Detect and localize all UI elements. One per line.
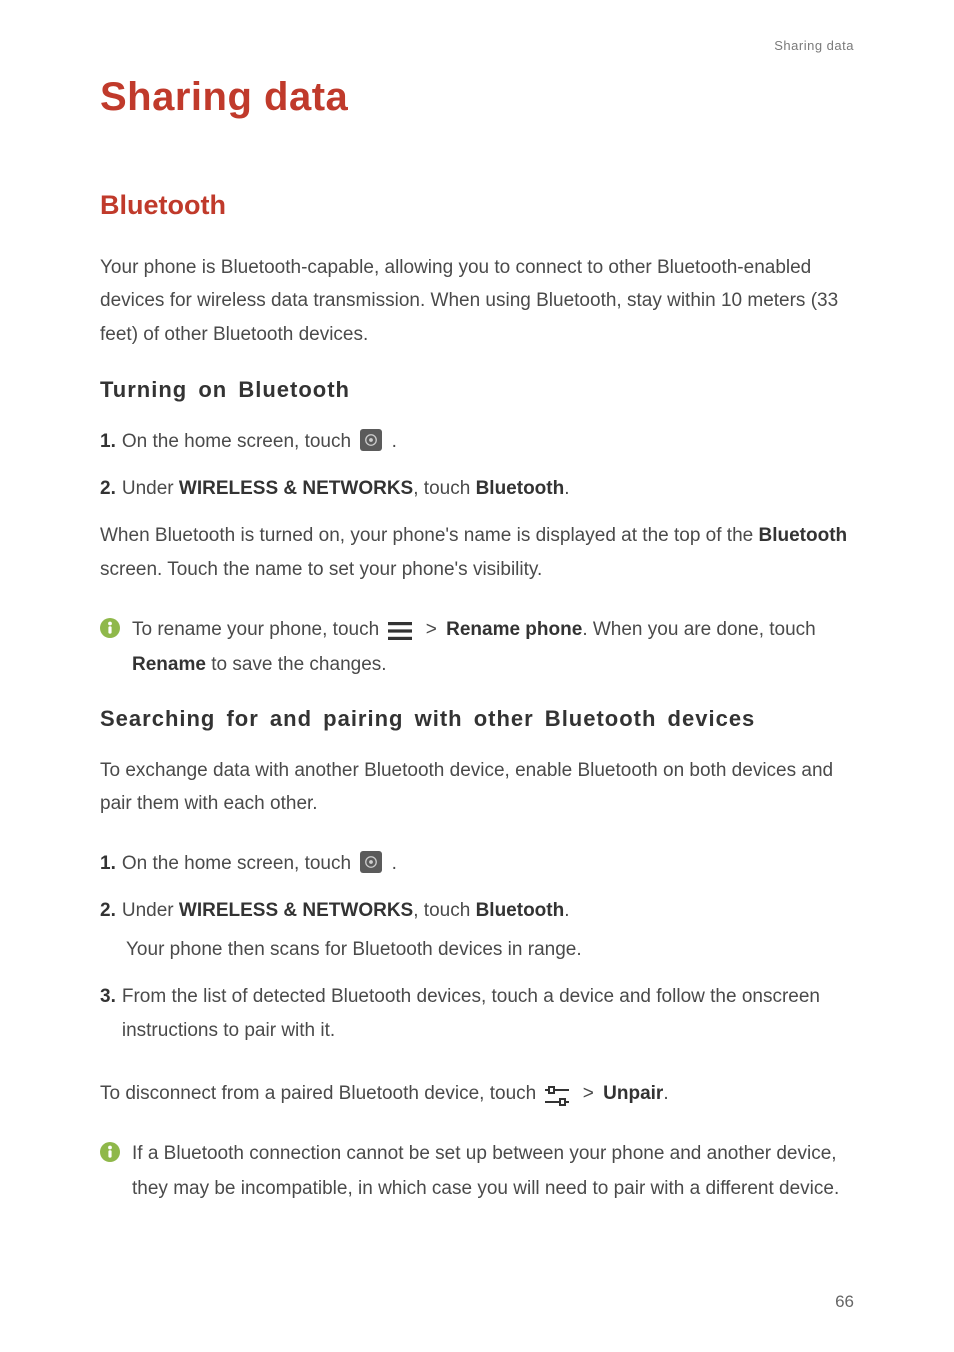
chevron-text: > (426, 619, 437, 640)
running-header: Sharing data (100, 38, 854, 53)
intro-paragraph: To exchange data with another Bluetooth … (100, 754, 854, 821)
note-body: If a Bluetooth connection cannot be set … (132, 1136, 854, 1206)
text: . When you are done, touch (582, 619, 815, 640)
text: . (392, 853, 397, 874)
text: On the home screen, touch (122, 431, 356, 452)
text: . (392, 431, 397, 452)
text: To rename your phone, touch (132, 619, 384, 640)
chevron-text: > (583, 1083, 594, 1104)
text: To disconnect from a paired Bluetooth de… (100, 1083, 541, 1104)
text: , touch (413, 900, 475, 921)
info-icon (100, 1142, 120, 1162)
step-3: 3. From the list of detected Bluetooth d… (100, 980, 854, 1047)
bold-text: Rename phone (446, 619, 582, 640)
step-number: 2. (100, 472, 116, 505)
text: . (663, 1083, 668, 1104)
menu-icon (388, 622, 412, 640)
text: . (564, 900, 569, 921)
bold-text: WIRELESS & NETWORKS (179, 478, 413, 499)
step-2: 2. Under WIRELESS & NETWORKS, touch Blue… (100, 472, 854, 505)
info-note: To rename your phone, touch > Rename pho… (100, 612, 854, 682)
text: Under (122, 900, 179, 921)
page-number: 66 (835, 1292, 854, 1312)
page: Sharing data Sharing data Bluetooth Your… (0, 0, 954, 1206)
section-title-bluetooth: Bluetooth (100, 190, 854, 221)
bold-text: Unpair (603, 1083, 663, 1104)
step-body: From the list of detected Bluetooth devi… (122, 980, 854, 1047)
step-1: 1. On the home screen, touch . (100, 425, 854, 458)
text: screen. Touch the name to set your phone… (100, 559, 542, 580)
subsection-turning-on: Turning on Bluetooth (100, 377, 854, 403)
sliders-icon (545, 1085, 569, 1107)
info-icon (100, 618, 120, 638)
bold-text: WIRELESS & NETWORKS (179, 900, 413, 921)
text: On the home screen, touch (122, 853, 356, 874)
step-number: 1. (100, 425, 116, 458)
step-number: 1. (100, 847, 116, 880)
text: When Bluetooth is turned on, your phone'… (100, 525, 759, 546)
settings-icon (360, 851, 382, 873)
step-number: 3. (100, 980, 116, 1013)
step-body: On the home screen, touch . (122, 847, 854, 880)
result-paragraph: When Bluetooth is turned on, your phone'… (100, 519, 854, 586)
step-number: 2. (100, 894, 116, 927)
text: Under (122, 478, 179, 499)
bold-text: Bluetooth (476, 900, 565, 921)
bold-text: Bluetooth (476, 478, 565, 499)
step-2: 2. Under WIRELESS & NETWORKS, touch Blue… (100, 894, 854, 927)
subsection-searching: Searching for and pairing with other Blu… (100, 706, 854, 732)
intro-paragraph: Your phone is Bluetooth-capable, allowin… (100, 251, 854, 351)
text: to save the changes. (206, 654, 387, 675)
step-body: Under WIRELESS & NETWORKS, touch Bluetoo… (122, 894, 854, 927)
step-2-sub: Your phone then scans for Bluetooth devi… (126, 933, 854, 966)
bold-text: Bluetooth (759, 525, 848, 546)
step-1: 1. On the home screen, touch . (100, 847, 854, 880)
text: , touch (413, 478, 475, 499)
step-body: Under WIRELESS & NETWORKS, touch Bluetoo… (122, 472, 854, 505)
info-note: If a Bluetooth connection cannot be set … (100, 1136, 854, 1206)
settings-icon (360, 429, 382, 451)
chapter-title: Sharing data (100, 75, 854, 120)
text: . (564, 478, 569, 499)
bold-text: Rename (132, 654, 206, 675)
disconnect-paragraph: To disconnect from a paired Bluetooth de… (100, 1077, 854, 1110)
note-body: To rename your phone, touch > Rename pho… (132, 612, 854, 682)
step-body: On the home screen, touch . (122, 425, 854, 458)
